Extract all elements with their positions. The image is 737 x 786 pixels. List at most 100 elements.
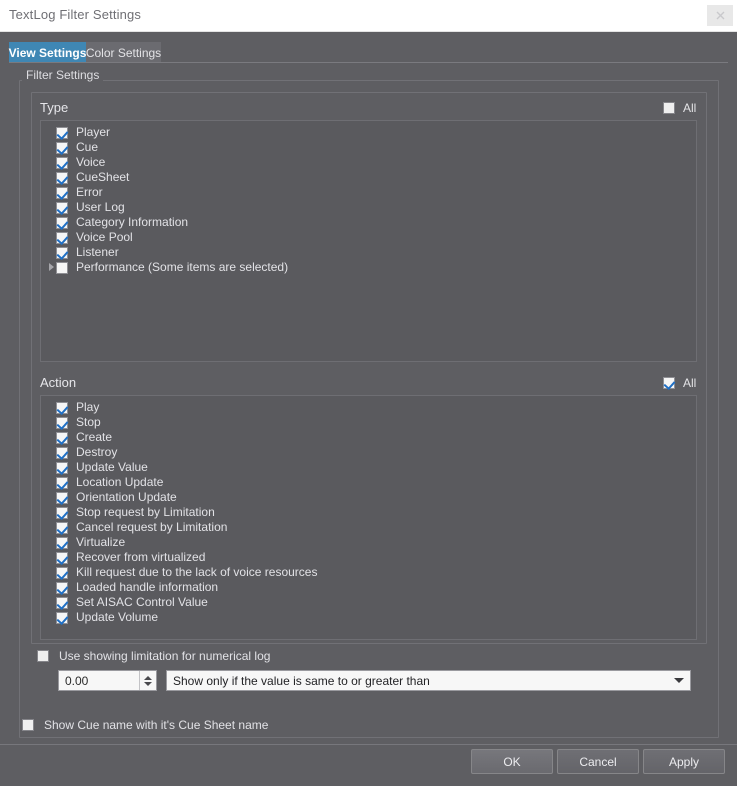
type-item[interactable]: Voice Pool — [41, 230, 696, 245]
type-item-checkbox[interactable] — [41, 126, 68, 139]
action-item[interactable]: Kill request due to the lack of voice re… — [41, 565, 696, 580]
action-item-checkbox[interactable] — [41, 416, 68, 429]
type-item[interactable]: Cue — [41, 140, 696, 155]
type-item[interactable]: Player — [41, 125, 696, 140]
close-icon[interactable] — [707, 5, 733, 26]
type-item-checkbox[interactable] — [41, 231, 68, 244]
tab-view-settings-label: View Settings — [8, 45, 87, 60]
stepper-down-icon[interactable] — [144, 681, 152, 686]
action-item[interactable]: Loaded handle information — [41, 580, 696, 595]
tab-color-settings[interactable]: Color Settings — [86, 42, 161, 63]
action-item-checkbox[interactable] — [41, 581, 68, 594]
type-item-checkbox[interactable] — [41, 261, 68, 274]
action-item-checkbox[interactable] — [41, 461, 68, 474]
show-cue-name-checkbox-box — [22, 719, 34, 731]
action-item-checkbox[interactable] — [41, 401, 68, 414]
type-all-label: All — [683, 101, 697, 115]
numeric-condition-select[interactable]: Show only if the value is same to or gre… — [166, 670, 691, 691]
type-item-checkbox[interactable] — [41, 216, 68, 229]
action-item-checkbox[interactable] — [41, 476, 68, 489]
action-item-checkbox-box — [56, 416, 68, 429]
action-item-checkbox[interactable] — [41, 596, 68, 609]
action-item-checkbox-box — [56, 581, 68, 594]
tab-view-settings[interactable]: View Settings — [9, 42, 86, 63]
action-item[interactable]: Update Volume — [41, 610, 696, 625]
action-item-label: Recover from virtualized — [76, 550, 206, 564]
action-item-checkbox[interactable] — [41, 611, 68, 624]
type-item-checkbox[interactable] — [41, 156, 68, 169]
type-item[interactable]: Voice — [41, 155, 696, 170]
type-item-checkbox[interactable] — [41, 201, 68, 214]
type-item-checkbox-box — [56, 231, 68, 244]
action-item-label: Loaded handle information — [76, 580, 219, 594]
type-item-checkbox-box — [56, 126, 68, 139]
action-item[interactable]: Play — [41, 400, 696, 415]
stepper-up-icon[interactable] — [144, 675, 152, 680]
type-section-title: Type — [40, 100, 69, 115]
use-numeric-limitation-label: Use showing limitation for numerical log — [59, 649, 271, 663]
action-item[interactable]: Stop request by Limitation — [41, 505, 696, 520]
action-item-checkbox[interactable] — [41, 431, 68, 444]
action-item-checkbox[interactable] — [41, 491, 68, 504]
action-item-label: Cancel request by Limitation — [76, 520, 228, 534]
type-item[interactable]: Category Information — [41, 215, 696, 230]
ok-button[interactable]: OK — [471, 749, 553, 774]
type-item-checkbox[interactable] — [41, 246, 68, 259]
action-item-checkbox-box — [56, 551, 68, 564]
dialog-bottom-edge — [0, 778, 737, 786]
action-item-checkbox-box — [56, 476, 68, 489]
type-item-label: Performance (Some items are selected) — [76, 260, 289, 274]
action-list[interactable]: Play Stop Create Destroy Update Value Locatio… — [40, 395, 697, 640]
type-item[interactable]: Error — [41, 185, 696, 200]
show-cue-name-label: Show Cue name with it's Cue Sheet name — [44, 718, 269, 732]
apply-button[interactable]: Apply — [643, 749, 725, 774]
type-item-checkbox[interactable] — [41, 186, 68, 199]
action-all-label: All — [683, 376, 697, 390]
action-item-label: Create — [76, 430, 113, 444]
type-all-checkbox-box — [663, 102, 675, 114]
action-item[interactable]: Create — [41, 430, 696, 445]
type-item[interactable]: Listener — [41, 245, 696, 260]
action-item[interactable]: Orientation Update — [41, 490, 696, 505]
show-cue-name-checkbox[interactable]: Show Cue name with it's Cue Sheet name — [22, 718, 268, 732]
type-item[interactable]: CueSheet — [41, 170, 696, 185]
numeric-condition-value: Show only if the value is same to or gre… — [173, 673, 430, 688]
stepper-buttons[interactable] — [139, 671, 156, 690]
action-item-label: Stop request by Limitation — [76, 505, 215, 519]
action-item-checkbox-box — [56, 401, 68, 414]
action-item-checkbox[interactable] — [41, 506, 68, 519]
use-numeric-limitation-checkbox[interactable]: Use showing limitation for numerical log — [37, 649, 270, 663]
action-item[interactable]: Destroy — [41, 445, 696, 460]
filter-settings-group-label: Filter Settings — [22, 68, 104, 82]
action-item-label: Kill request due to the lack of voice re… — [76, 565, 318, 579]
type-all-checkbox[interactable]: All — [663, 101, 696, 115]
action-all-checkbox[interactable]: All — [663, 376, 696, 390]
type-item-checkbox-box — [56, 156, 68, 169]
action-item[interactable]: Set AISAC Control Value — [41, 595, 696, 610]
action-item-checkbox[interactable] — [41, 536, 68, 549]
action-item[interactable]: Location Update — [41, 475, 696, 490]
type-item-checkbox[interactable] — [41, 141, 68, 154]
type-item-checkbox[interactable] — [41, 171, 68, 184]
tab-underline-divider — [9, 62, 728, 63]
type-item-label: Voice Pool — [76, 230, 133, 244]
action-item[interactable]: Update Value — [41, 460, 696, 475]
action-item-checkbox[interactable] — [41, 521, 68, 534]
action-item-checkbox[interactable] — [41, 551, 68, 564]
action-item-checkbox[interactable] — [41, 446, 68, 459]
type-list[interactable]: Player Cue Voice CueSheet Error User Log Categ… — [40, 120, 697, 362]
type-item[interactable]: User Log — [41, 200, 696, 215]
action-item[interactable]: Stop — [41, 415, 696, 430]
numeric-value-input[interactable]: 0.00 — [59, 674, 139, 688]
action-item[interactable]: Virtualize — [41, 535, 696, 550]
cancel-button[interactable]: Cancel — [557, 749, 639, 774]
numeric-value-stepper[interactable]: 0.00 — [58, 670, 157, 691]
type-item-label: CueSheet — [76, 170, 130, 184]
action-item-checkbox-box — [56, 491, 68, 504]
chevron-down-icon[interactable] — [668, 678, 690, 683]
action-item[interactable]: Recover from virtualized — [41, 550, 696, 565]
action-item[interactable]: Cancel request by Limitation — [41, 520, 696, 535]
expand-triangle-icon[interactable] — [49, 263, 54, 271]
action-item-checkbox[interactable] — [41, 566, 68, 579]
type-item[interactable]: Performance (Some items are selected) — [41, 260, 696, 275]
